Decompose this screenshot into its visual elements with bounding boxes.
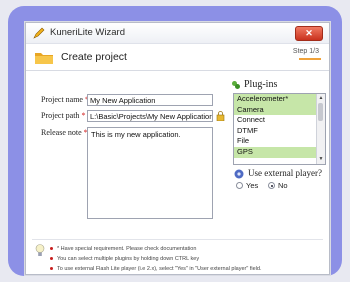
wizard-header: Create project Step 1/3 <box>26 44 329 71</box>
scroll-up-icon[interactable]: ▲ <box>318 95 324 101</box>
note-special-requirement: * Have special requirement. Please check… <box>50 246 196 252</box>
lightbulb-icon <box>35 244 45 256</box>
plugin-item-connect[interactable]: Connect <box>234 115 317 126</box>
plugins-listbox[interactable]: Accelerometer* Camera Connect DTMF File … <box>233 93 326 165</box>
step-indicator: Step 1/3 <box>292 48 319 55</box>
external-player-question: Use external player? <box>248 168 322 178</box>
bullet-icon <box>50 267 53 270</box>
close-button[interactable]: ✕ <box>295 26 323 41</box>
player-icon <box>234 169 244 179</box>
wizard-window: KuneriLite Wizard ✕ Create project Step … <box>25 22 330 275</box>
external-player-no-label[interactable]: No <box>278 181 288 190</box>
bullet-icon <box>50 247 53 250</box>
project-name-input[interactable]: My New Application <box>87 94 213 106</box>
plugins-title: Plug-ins <box>244 79 278 90</box>
scroll-thumb[interactable] <box>318 103 323 121</box>
notes-separator <box>32 239 323 240</box>
plugins-scrollbar[interactable]: ▲ ▼ <box>316 94 325 164</box>
plugin-item-accelerometer[interactable]: Accelerometer* <box>234 94 317 105</box>
title-bar: KuneriLite Wizard ✕ <box>26 23 329 44</box>
release-note-textarea[interactable]: This is my new application. <box>87 127 213 219</box>
project-path-input[interactable]: L:\Basic\Projects\My New Application\ <box>87 110 213 122</box>
plugin-item-camera[interactable]: Camera <box>234 104 317 116</box>
external-player-yes-label[interactable]: Yes <box>246 181 258 190</box>
window-title: KuneriLite Wizard <box>50 27 125 38</box>
scroll-down-icon[interactable]: ▼ <box>318 156 324 162</box>
external-player-no-radio[interactable] <box>268 182 275 189</box>
release-note-label: Release note * <box>41 128 88 137</box>
pencil-icon <box>33 27 45 39</box>
project-name-label: Project name * <box>41 95 89 104</box>
folder-icon <box>35 53 53 64</box>
plugin-item-dtmf[interactable]: DTMF <box>234 126 317 137</box>
external-player-yes-radio[interactable] <box>236 182 243 189</box>
project-path-label: Project path * <box>41 111 86 120</box>
browse-folder-icon[interactable] <box>216 111 225 121</box>
plugin-item-file[interactable]: File <box>234 136 317 147</box>
plugin-icon <box>232 81 240 89</box>
plugin-item-gps[interactable]: GPS <box>234 146 317 158</box>
note-external-player: To use external Flash Lite player (i.e 2… <box>50 266 261 272</box>
bullet-icon <box>50 257 53 260</box>
note-multiple-plugins: You can select multiple plugins by holdi… <box>50 256 199 262</box>
page-title: Create project <box>61 51 127 63</box>
step-progress-line <box>299 58 321 60</box>
